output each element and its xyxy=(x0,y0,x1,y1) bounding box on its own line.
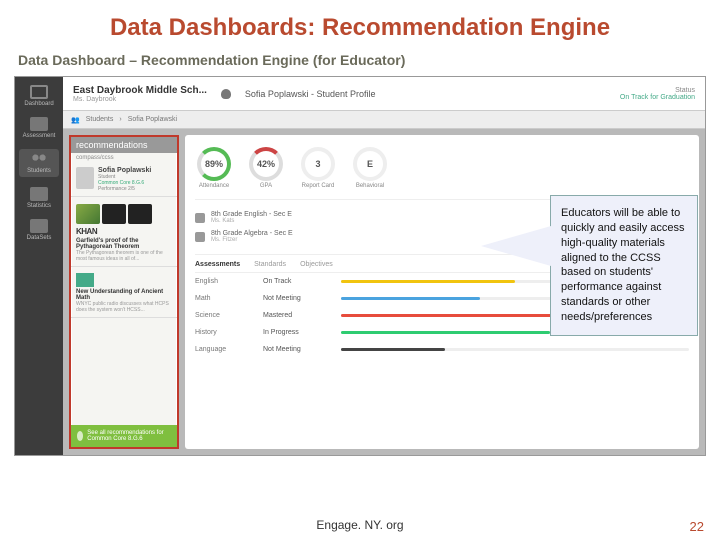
rec-footer-text: See all recommendations for Common Core … xyxy=(87,430,171,442)
metric-label: Behavioral xyxy=(356,183,384,189)
topbar: East Daybrook Middle Sch... Ms. Daybrook… xyxy=(63,77,705,111)
chevron-right-icon: › xyxy=(119,116,121,123)
class-teacher: Ms. Fitzer xyxy=(211,237,293,243)
crumb-students[interactable]: Students xyxy=(86,116,114,123)
avatar-icon xyxy=(76,167,94,189)
khan-logo: KHAN xyxy=(76,227,172,236)
stack-icon xyxy=(30,219,48,233)
subject-row: Language Not Meeting xyxy=(195,341,689,358)
thumb-icon xyxy=(102,204,126,224)
rail-label: Statistics xyxy=(27,203,51,209)
subject-label: English xyxy=(195,278,255,285)
rail-statistics[interactable]: Statistics xyxy=(19,187,59,209)
callout-box: Educators will be able to quickly and ea… xyxy=(550,195,698,336)
media-icon xyxy=(76,273,94,287)
metric-attendance[interactable]: 89% Attendance xyxy=(197,147,231,189)
badge-icon xyxy=(77,431,83,441)
rail-assessment[interactable]: Assessment xyxy=(19,117,59,139)
rec-item-desc: The Pythagorean theorem is one of the mo… xyxy=(76,250,172,262)
metric-gpa[interactable]: 42% GPA xyxy=(249,147,283,189)
class-icon xyxy=(195,232,205,242)
recommendations-panel: recommendations compass/ccss Sofia Popla… xyxy=(69,135,179,449)
subject-status: Mastered xyxy=(263,312,333,319)
rail-label: Students xyxy=(27,168,51,174)
ring-icon: 89% xyxy=(197,147,231,181)
chart-icon xyxy=(30,187,48,201)
rail-students[interactable]: Students xyxy=(19,149,59,177)
metric-label: Report Card xyxy=(302,183,335,189)
subject-label: History xyxy=(195,329,255,336)
doc-icon xyxy=(30,117,48,131)
metric-reportcard[interactable]: 3 Report Card xyxy=(301,147,335,189)
bar xyxy=(341,348,689,351)
subject-status: On Track xyxy=(263,278,333,285)
status-value: On Track for Graduation xyxy=(620,94,695,101)
rec-item-desc: WNYC public radio discusses what HCPS do… xyxy=(76,301,172,313)
rail-label: DataSets xyxy=(27,235,52,241)
breadcrumb: 👥 Students › Sofia Poplawski xyxy=(63,111,705,129)
avatar-icon xyxy=(221,89,231,99)
class-teacher: Ms. Kats xyxy=(211,218,292,224)
rec-item-title: New Understanding of Ancient Math xyxy=(76,289,172,301)
metrics-row: 89% Attendance 42% GPA 3 Report Card E Behav… xyxy=(195,143,689,200)
thumb-icon xyxy=(128,204,152,224)
rec-context: compass/ccss xyxy=(71,153,177,163)
subject-status: In Progress xyxy=(263,329,333,336)
school-name: East Daybrook Middle Sch... xyxy=(73,85,207,96)
rec-card-wnyc[interactable]: New Understanding of Ancient Math WNYC p… xyxy=(71,267,177,318)
slide-title: Data Dashboards: Recommendation Engine xyxy=(0,0,720,50)
page-number: 22 xyxy=(690,519,704,534)
rail-datasets[interactable]: DataSets xyxy=(19,219,59,241)
subject-status: Not Meeting xyxy=(263,295,333,302)
rec-card-khan[interactable]: KHAN Garfield's proof of the Pythagorean… xyxy=(71,197,177,267)
rail-label: Dashboard xyxy=(24,101,53,107)
profile-title: Sofia Poplawski - Student Profile xyxy=(245,89,376,99)
metric-label: GPA xyxy=(260,183,272,189)
student-name: Sofia Poplawski xyxy=(98,167,151,174)
crumb-current: Sofia Poplawski xyxy=(128,116,177,123)
monitor-icon xyxy=(30,85,48,99)
people-icon xyxy=(30,152,48,166)
school-block: East Daybrook Middle Sch... Ms. Daybrook xyxy=(73,85,207,103)
people-icon: 👥 xyxy=(71,116,80,124)
rec-header: recommendations xyxy=(71,137,177,153)
subject-label: Math xyxy=(195,295,255,302)
rec-item-title: Garfield's proof of the Pythagorean Theo… xyxy=(76,238,172,250)
footer-site: Engage. NY. org xyxy=(0,510,720,540)
ring-icon: 42% xyxy=(249,147,283,181)
metric-behavioral[interactable]: E Behavioral xyxy=(353,147,387,189)
status-block: Status On Track for Graduation xyxy=(620,87,695,101)
thumb-icon xyxy=(76,204,100,224)
student-perf: Performance 2/5 xyxy=(98,186,151,192)
metric-label: Attendance xyxy=(199,183,229,189)
ring-icon: 3 xyxy=(301,147,335,181)
status-label: Status xyxy=(620,87,695,94)
rail-label: Assessment xyxy=(23,133,56,139)
left-nav-rail: Dashboard Assessment Students Statistics… xyxy=(15,77,63,455)
class-icon xyxy=(195,213,205,223)
tab-assessments[interactable]: Assessments xyxy=(195,261,240,268)
subject-status: Not Meeting xyxy=(263,346,333,353)
rec-student-card: Sofia Poplawski Student Common Core 8.G.… xyxy=(71,163,177,197)
class-name: 8th Grade Algebra - Sec E xyxy=(211,230,293,237)
class-name: 8th Grade English - Sec E xyxy=(211,211,292,218)
rail-dashboard[interactable]: Dashboard xyxy=(19,85,59,107)
tab-objectives[interactable]: Objectives xyxy=(300,261,333,268)
subject-label: Language xyxy=(195,346,255,353)
school-sub: Ms. Daybrook xyxy=(73,96,207,103)
subject-label: Science xyxy=(195,312,255,319)
tab-standards[interactable]: Standards xyxy=(254,261,286,268)
slide-subtitle: Data Dashboard – Recommendation Engine (… xyxy=(0,50,720,76)
rec-see-all[interactable]: See all recommendations for Common Core … xyxy=(71,425,177,447)
ring-icon: E xyxy=(353,147,387,181)
